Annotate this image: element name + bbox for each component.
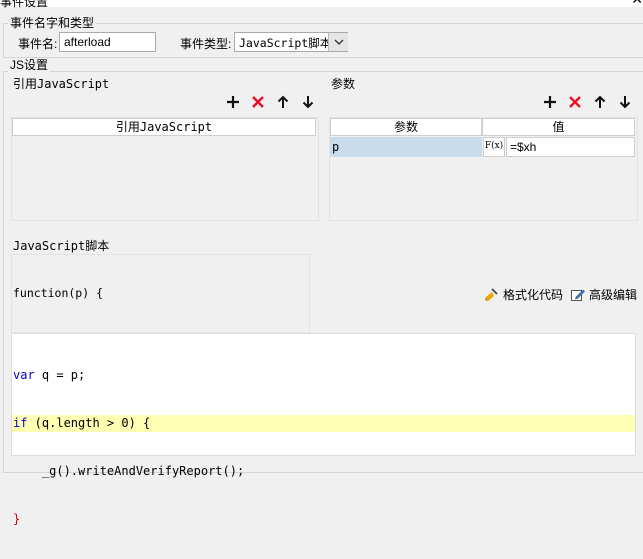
arrow-up-icon (594, 95, 606, 108)
close-icon[interactable]: ✕ (631, 0, 643, 8)
code-line: var q = p; (13, 368, 86, 382)
params-label: 参数 (331, 77, 356, 91)
event-name-input[interactable]: afterload (59, 32, 156, 52)
ref-js-label: 引用JavaScript (13, 77, 110, 91)
script-editor[interactable]: var q = p; if (q.length > 0) { _g().writ… (11, 333, 636, 526)
delete-ref-js-button[interactable] (249, 93, 267, 111)
function-signature: function(p) { (13, 286, 104, 300)
delete-x-icon (569, 96, 581, 108)
edit-icon (571, 289, 585, 301)
formula-icon[interactable]: F(x) (483, 137, 505, 157)
move-down-param-button[interactable] (616, 93, 634, 111)
code-line: } (13, 512, 21, 526)
add-param-button[interactable] (541, 93, 559, 111)
param-name-cell[interactable]: p (330, 137, 482, 157)
script-label: JavaScript脚本 (13, 239, 110, 253)
plus-icon (544, 96, 556, 108)
arrow-down-icon (619, 96, 631, 109)
event-name-label: 事件名: (18, 37, 58, 51)
move-down-ref-js-button[interactable] (299, 93, 317, 111)
delete-x-icon (252, 96, 264, 108)
advanced-edit-label: 高级编辑 (589, 288, 638, 302)
plus-icon (227, 96, 239, 108)
js-group-legend: JS设置 (8, 58, 51, 72)
format-code-button[interactable]: 格式化代码 (483, 286, 563, 303)
event-group-legend: 事件名字和类型 (8, 16, 97, 30)
param-name-header: 参数 (330, 118, 482, 136)
move-up-ref-js-button[interactable] (274, 93, 292, 111)
formula-glyph: F(x) (484, 141, 504, 151)
broom-icon (485, 287, 498, 301)
delete-param-button[interactable] (566, 93, 584, 111)
arrow-up-icon (277, 95, 289, 108)
function-signature-box: function(p) { (11, 254, 310, 333)
code-lines: var q = p; if (q.length > 0) { _g().writ… (13, 335, 244, 559)
move-up-param-button[interactable] (591, 93, 609, 111)
code-line: _g().writeAndVerifyReport(); (13, 464, 245, 478)
param-value-header: 值 (482, 118, 635, 136)
advanced-edit-button[interactable]: 高级编辑 (570, 286, 637, 303)
ref-js-column-header: 引用JavaScript (12, 118, 316, 136)
chevron-down-icon[interactable] (328, 33, 348, 51)
title-bar: 事件设置 ✕ (0, 0, 643, 9)
code-line: if (q.length > 0) { (13, 416, 151, 430)
window-title: 事件设置 (0, 0, 49, 9)
event-type-value: JavaScript脚本 (239, 36, 332, 50)
param-value-input[interactable]: =$xh (506, 137, 635, 157)
arrow-down-icon (302, 96, 314, 109)
format-code-label: 格式化代码 (503, 288, 564, 302)
add-ref-js-button[interactable] (224, 93, 242, 111)
event-type-label: 事件类型: (180, 37, 232, 51)
